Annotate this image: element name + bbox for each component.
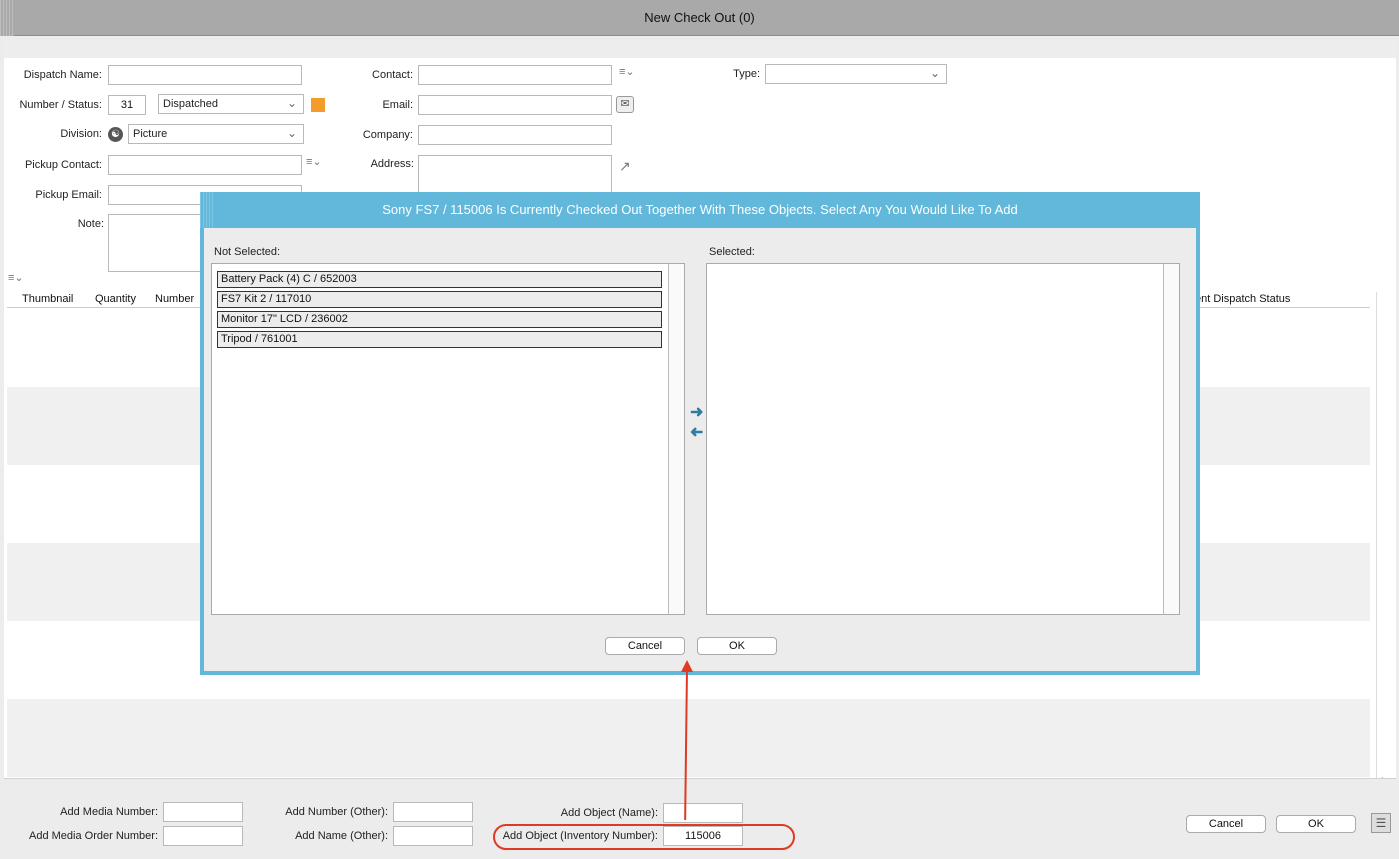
add-name-other-field[interactable] xyxy=(393,826,473,846)
chevron-down-icon: ⌄ xyxy=(286,96,297,110)
add-media-number-field[interactable] xyxy=(163,802,243,822)
add-number-other-label: Add Number (Other): xyxy=(285,806,388,818)
contact-label: Contact: xyxy=(372,69,413,81)
toolbar-strip xyxy=(4,36,1396,58)
grid-scrollbar[interactable] xyxy=(1376,292,1388,778)
list-menu-icon[interactable]: ≡⌄ xyxy=(306,155,322,168)
dispatch-name-field[interactable] xyxy=(108,65,302,85)
company-field[interactable] xyxy=(418,125,612,145)
add-number-other-field[interactable] xyxy=(393,802,473,822)
column-header-quantity[interactable]: Quantity xyxy=(95,293,136,305)
contact-field[interactable] xyxy=(418,65,612,85)
division-select[interactable]: Picture ⌄ xyxy=(128,124,304,144)
column-header-thumbnail[interactable]: Thumbnail xyxy=(22,293,73,305)
list-item[interactable]: FS7 Kit 2 / 117010 xyxy=(217,291,662,308)
column-header-number[interactable]: Number xyxy=(155,293,194,305)
email-field[interactable] xyxy=(418,95,612,115)
annotation-arrow-head xyxy=(681,660,693,672)
email-label: Email: xyxy=(382,99,413,111)
address-field[interactable] xyxy=(418,155,612,195)
move-right-arrow-icon[interactable]: ➜ xyxy=(690,402,703,422)
cancel-button[interactable]: Cancel xyxy=(1186,815,1266,833)
company-label: Company: xyxy=(362,129,413,141)
not-selected-list[interactable]: Battery Pack (4) C / 652003 FS7 Kit 2 / … xyxy=(211,263,685,615)
list-menu-icon[interactable]: ≡⌄ xyxy=(619,65,635,78)
status-color-swatch[interactable] xyxy=(311,98,325,112)
division-label: Division: xyxy=(60,128,102,140)
move-left-arrow-icon[interactable]: ➜ xyxy=(690,422,703,442)
pickup-contact-label: Pickup Contact: xyxy=(24,159,102,171)
number-status-label: Number / Status: xyxy=(19,99,102,111)
dialog-title: Sony FS7 / 115006 Is Currently Checked O… xyxy=(382,202,1018,217)
selected-scrollbar[interactable] xyxy=(1163,264,1179,614)
pickup-contact-field[interactable] xyxy=(108,155,302,175)
annotation-highlight xyxy=(493,824,795,850)
dialog-body: Not Selected: Battery Pack (4) C / 65200… xyxy=(204,228,1196,671)
type-label: Type: xyxy=(733,68,760,80)
pickup-email-label: Pickup Email: xyxy=(35,189,102,201)
add-media-order-number-field[interactable] xyxy=(163,826,243,846)
column-header-dispatch-status[interactable]: ent Dispatch Status xyxy=(1195,293,1290,305)
division-select-value: Picture xyxy=(133,128,168,140)
not-selected-scrollbar[interactable] xyxy=(668,264,684,614)
list-item[interactable]: Battery Pack (4) C / 652003 xyxy=(217,271,662,288)
add-media-number-label: Add Media Number: xyxy=(60,806,158,818)
note-label: Note: xyxy=(77,218,104,230)
address-label: Address: xyxy=(370,158,414,170)
window-title: New Check Out (0) xyxy=(644,10,755,25)
dispatch-name-label: Dispatch Name: xyxy=(23,69,102,81)
add-media-order-number-label: Add Media Order Number: xyxy=(29,830,158,842)
status-select-value: Dispatched xyxy=(163,98,219,110)
type-select[interactable]: ⌄ xyxy=(765,64,947,84)
status-select[interactable]: Dispatched ⌄ xyxy=(158,94,304,114)
add-object-name-field[interactable] xyxy=(663,803,743,823)
note-field[interactable] xyxy=(108,214,208,272)
not-selected-label: Not Selected: xyxy=(214,246,281,258)
add-object-name-label: Add Object (Name): xyxy=(560,807,658,819)
external-link-icon[interactable]: ↗ xyxy=(619,158,631,175)
list-item[interactable]: Monitor 17" LCD / 236002 xyxy=(217,311,662,328)
add-objects-dialog: Sony FS7 / 115006 Is Currently Checked O… xyxy=(200,192,1200,675)
chevron-down-icon: ⌄ xyxy=(929,66,940,80)
yin-yang-icon: ☯ xyxy=(108,127,123,142)
notepad-icon[interactable]: ☰ xyxy=(1371,813,1391,833)
selected-label: Selected: xyxy=(709,246,755,258)
grid-row xyxy=(7,699,1370,777)
number-field[interactable]: 31 xyxy=(108,95,146,115)
dialog-ok-button[interactable]: OK xyxy=(697,637,777,655)
add-name-other-label: Add Name (Other): xyxy=(295,830,388,842)
chevron-down-icon: ⌄ xyxy=(286,126,297,140)
ok-button[interactable]: OK xyxy=(1276,815,1356,833)
window-titlebar[interactable]: New Check Out (0) xyxy=(0,0,1399,36)
dialog-cancel-button[interactable]: Cancel xyxy=(605,637,685,655)
mail-icon[interactable]: ✉ xyxy=(616,96,634,113)
selected-list[interactable] xyxy=(706,263,1180,615)
list-item[interactable]: Tripod / 761001 xyxy=(217,331,662,348)
list-menu-icon[interactable]: ≡⌄ xyxy=(8,271,24,284)
titlebar-grip[interactable] xyxy=(0,0,14,36)
